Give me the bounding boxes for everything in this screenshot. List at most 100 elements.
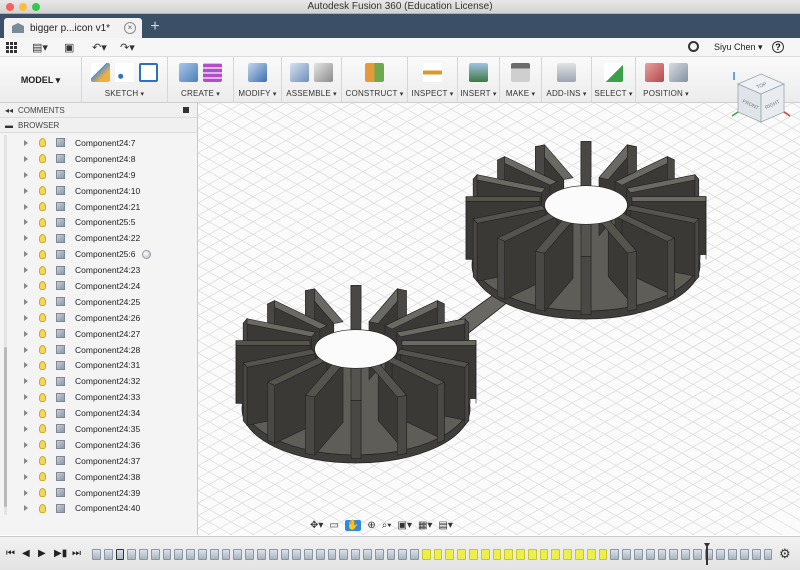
viewports-icon[interactable]: ▤▾ xyxy=(438,520,452,531)
insert-group[interactable]: INSERT xyxy=(458,57,500,103)
browser-tree-row[interactable]: Component24:26 xyxy=(0,310,198,326)
activate-component-icon[interactable] xyxy=(142,249,151,259)
timeline-feature-icon[interactable] xyxy=(610,548,620,560)
browser-tree-row[interactable]: Component24:34 xyxy=(0,405,198,421)
timeline-feature-icon[interactable] xyxy=(421,548,431,560)
timeline-feature-icon[interactable] xyxy=(92,548,101,560)
timeline-feature-icon[interactable] xyxy=(198,548,207,560)
timeline-feature-icon[interactable] xyxy=(586,548,596,560)
visibility-bulb-icon[interactable] xyxy=(39,329,46,339)
timeline-feature-icon[interactable] xyxy=(233,548,243,560)
orbit-icon[interactable]: ✥▾ xyxy=(310,520,323,531)
select-group[interactable]: SELECT xyxy=(592,57,636,103)
expand-arrow-icon[interactable] xyxy=(24,473,28,480)
visibility-bulb-icon[interactable] xyxy=(39,265,46,275)
timeline-feature-icon[interactable] xyxy=(551,548,561,560)
timeline-feature-icon[interactable] xyxy=(268,548,278,560)
browser-tree-row[interactable]: Component24:9 xyxy=(0,167,198,183)
go-to-end-icon[interactable]: ⏭ xyxy=(72,548,81,559)
expand-arrow-icon[interactable] xyxy=(24,171,28,178)
expand-arrow-icon[interactable] xyxy=(24,235,28,242)
timeline-feature-icon[interactable] xyxy=(256,548,266,560)
timeline-feature-icon[interactable] xyxy=(245,548,254,560)
timeline-feature-icon[interactable] xyxy=(315,548,325,560)
press-pull-icon[interactable] xyxy=(248,63,267,82)
visibility-bulb-icon[interactable] xyxy=(39,170,46,180)
construct-group[interactable]: CONSTRUCT xyxy=(342,57,408,103)
grid-snaps-icon[interactable]: ▦▾ xyxy=(418,520,432,531)
play-icon[interactable]: ▶ xyxy=(38,548,46,559)
browser-tree-row[interactable]: Component24:25 xyxy=(0,294,198,310)
position-group[interactable]: POSITION xyxy=(636,57,696,103)
display-settings-icon[interactable]: ▣▾ xyxy=(398,520,412,531)
timeline-feature-icon[interactable] xyxy=(751,548,761,560)
visibility-bulb-icon[interactable] xyxy=(39,503,46,513)
scripts-icon[interactable] xyxy=(557,63,576,82)
measure-icon[interactable] xyxy=(423,63,442,82)
browser-tree-row[interactable]: Component24:39 xyxy=(0,485,198,501)
visibility-bulb-icon[interactable] xyxy=(39,138,46,148)
browser-tree-row[interactable]: Component24:10 xyxy=(0,183,198,199)
help-icon[interactable]: ? xyxy=(772,41,784,53)
expand-arrow-icon[interactable] xyxy=(24,346,28,353)
browser-tree-row[interactable]: Component24:28 xyxy=(0,342,198,358)
visibility-bulb-icon[interactable] xyxy=(39,376,46,386)
workspace-switcher[interactable]: MODEL ▾ xyxy=(0,57,82,103)
collapse-icon[interactable]: ◂◂ xyxy=(5,106,13,115)
expand-arrow-icon[interactable] xyxy=(24,489,28,496)
timeline-feature-icon[interactable] xyxy=(433,548,443,560)
timeline-feature-icon[interactable] xyxy=(633,548,643,560)
expand-arrow-icon[interactable] xyxy=(24,139,28,146)
timeline-feature-icon[interactable] xyxy=(150,548,160,560)
timeline-feature-icon[interactable] xyxy=(645,548,655,560)
timeline-feature-icon[interactable] xyxy=(186,548,196,560)
create-form-icon[interactable] xyxy=(203,63,222,82)
add-ins-group[interactable]: ADD-INS xyxy=(542,57,592,103)
expand-arrow-icon[interactable] xyxy=(24,330,28,337)
job-status-icon[interactable] xyxy=(688,41,699,52)
expand-arrow-icon[interactable] xyxy=(24,203,28,210)
user-account-menu[interactable]: Siyu Chen ▾ xyxy=(714,42,763,53)
timeline-feature-icon[interactable] xyxy=(115,548,125,560)
revert-position-icon[interactable] xyxy=(668,63,688,82)
timeline-feature-icon[interactable] xyxy=(598,548,608,560)
timeline-feature-icon[interactable] xyxy=(469,548,478,560)
new-component-icon[interactable] xyxy=(290,63,309,82)
document-tab[interactable]: bigger p...icon v1* × xyxy=(4,18,142,38)
timeline-feature-icon[interactable] xyxy=(716,548,726,560)
visibility-bulb-icon[interactable] xyxy=(39,408,46,418)
rectangle-icon[interactable] xyxy=(139,63,158,82)
new-tab-button[interactable]: + xyxy=(146,19,164,36)
pin-icon[interactable] xyxy=(183,107,189,113)
timeline-feature-icon[interactable] xyxy=(622,548,631,560)
browser-tree-row[interactable]: Component24:37 xyxy=(0,453,198,469)
joint-icon[interactable] xyxy=(314,63,333,82)
visibility-bulb-icon[interactable] xyxy=(39,249,46,259)
undo-icon[interactable]: ↶▾ xyxy=(92,41,107,54)
visibility-bulb-icon[interactable] xyxy=(39,488,46,498)
timeline-feature-icon[interactable] xyxy=(374,548,384,560)
timeline-feature-icon[interactable] xyxy=(492,548,502,560)
timeline-feature-icon[interactable] xyxy=(681,548,690,560)
expand-arrow-icon[interactable] xyxy=(24,505,28,512)
sketch-group[interactable]: SKETCH xyxy=(82,57,168,103)
expand-arrow-icon[interactable] xyxy=(24,267,28,274)
view-cube[interactable]: TOP FRONT RIGHT xyxy=(728,66,794,136)
timeline-feature-icon[interactable] xyxy=(292,548,302,560)
pan-icon[interactable]: ✋ xyxy=(344,519,362,531)
expand-arrow-icon[interactable] xyxy=(24,282,28,289)
browser-tree-row[interactable]: Component24:38 xyxy=(0,469,198,485)
visibility-bulb-icon[interactable] xyxy=(39,233,46,243)
browser-tree-row[interactable]: Component25:5 xyxy=(0,214,198,230)
extrude-icon[interactable] xyxy=(179,63,198,82)
browser-tree-row[interactable]: Component24:31 xyxy=(0,357,198,373)
save-icon[interactable]: ▣ xyxy=(64,41,74,54)
timeline-feature-icon[interactable] xyxy=(174,548,184,560)
expand-arrow-icon[interactable] xyxy=(24,441,28,448)
timeline-feature-icon[interactable] xyxy=(398,548,408,560)
visibility-bulb-icon[interactable] xyxy=(39,154,46,164)
browser-tree-row[interactable]: Component24:22 xyxy=(0,230,198,246)
timeline-feature-icon[interactable] xyxy=(728,548,737,560)
visibility-bulb-icon[interactable] xyxy=(39,424,46,434)
expand-arrow-icon[interactable] xyxy=(24,410,28,417)
